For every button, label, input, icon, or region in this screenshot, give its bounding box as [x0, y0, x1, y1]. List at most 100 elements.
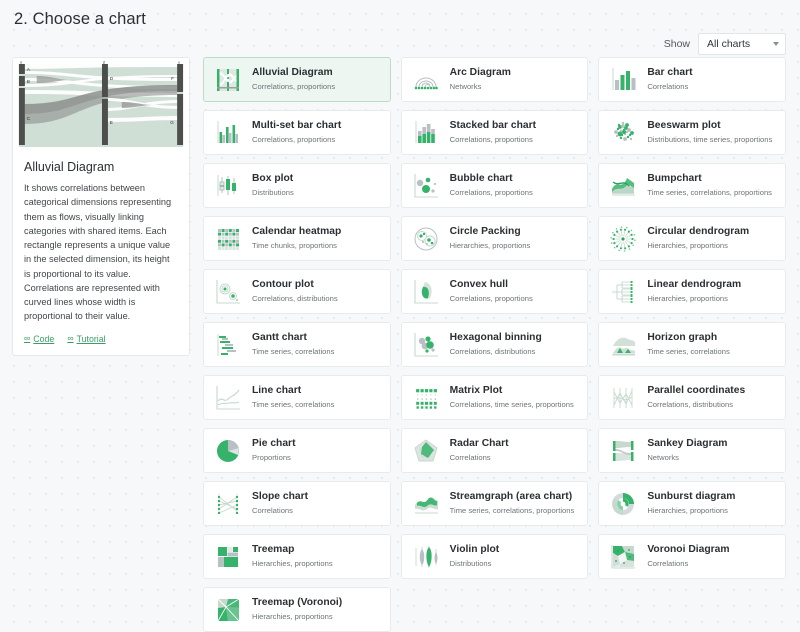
chart-card-gantt-chart[interactable]: Gantt chart Time series, correlations [203, 322, 391, 367]
chart-card-circular-dendrogram[interactable]: Circular dendrogram Hierarchies, proporti… [598, 216, 786, 261]
chart-card-bubble-chart[interactable]: Bubble chart Correlations, proportions [400, 163, 589, 208]
chart-card-alluvial-diagram[interactable]: Alluvial Diagram Correlations, proportion… [203, 57, 391, 102]
chart-card-subtitle: Networks [449, 81, 482, 91]
chart-card-subtitle: Correlations, distributions [647, 399, 734, 409]
chart-card-text: Linear dendrogram Hierarchies, proportion… [647, 279, 741, 304]
chart-card-horizon-graph[interactable]: Horizon graph Time series, correlations [598, 322, 786, 367]
chart-card-voronoi-diagram[interactable]: Voronoi Diagram Correlations [598, 534, 786, 579]
chart-card-title: Multi-set bar chart [252, 120, 342, 132]
chart-card-treemap[interactable]: Treemap Hierarchies, proportions [203, 534, 391, 579]
chart-card-bumpchart[interactable]: Bumpchart Time series, correlations, prop… [598, 163, 786, 208]
chart-card-subtitle: Time series, correlations [252, 346, 335, 356]
chart-card-text: Multi-set bar chart Correlations, proport… [252, 120, 341, 145]
chart-card-title: Matrix Plot [449, 385, 503, 397]
page-title: 2. Choose a chart [14, 10, 146, 28]
chart-card-subtitle: Time series, correlations [252, 399, 335, 409]
chart-card-sunburst-diagram[interactable]: Sunburst diagram Hierarchies, proportions [598, 481, 786, 526]
svg-text:F: F [171, 76, 174, 81]
chart-card-text: Bumpchart Time series, correlations, prop… [647, 173, 772, 198]
chart-card-subtitle: Time chunks, proportions [252, 240, 337, 250]
hexagonal-binning-icon [411, 330, 441, 360]
chart-card-convex-hull[interactable]: Convex hull Correlations, proportions [400, 269, 589, 314]
chart-card-hexagonal-binning[interactable]: Hexagonal binning Correlations, distribut… [400, 322, 589, 367]
chart-card-text: Calendar heatmap Time chunks, proportions [252, 226, 341, 251]
chart-card-title: Calendar heatmap [252, 226, 342, 238]
chart-card-title: Stacked bar chart [449, 120, 537, 132]
chart-card-text: Streamgraph (area chart) Time series, cor… [450, 491, 575, 516]
violin-plot-icon [411, 542, 441, 572]
code-link[interactable]: ∞ Code [24, 334, 54, 344]
svg-text:G: G [170, 120, 174, 125]
chart-card-streamgraph-area-chart[interactable]: Streamgraph (area chart) Time series, cor… [400, 481, 589, 526]
chart-card-treemap-voronoi[interactable]: Treemap (Voronoi) Hierarchies, proportion… [203, 587, 391, 632]
chart-card-subtitle: Hierarchies, proportions [252, 558, 333, 568]
chart-card-text: Slope chart Correlations [252, 491, 308, 516]
chart-card-text: Treemap (Voronoi) Hierarchies, proportion… [252, 597, 342, 622]
chart-card-title: Parallel coordinates [647, 385, 746, 397]
chart-card-line-chart[interactable]: Line chart Time series, correlations [203, 375, 391, 420]
contour-plot-icon [213, 277, 243, 307]
chart-card-subtitle: Hierarchies, proportions [252, 611, 333, 621]
chart-card-subtitle: Hierarchies, proportions [647, 505, 728, 515]
box-plot-icon [213, 171, 243, 201]
chart-card-subtitle: Correlations [647, 558, 689, 568]
chart-card-matrix-plot[interactable]: Matrix Plot Correlations, time series, pr… [400, 375, 589, 420]
chart-card-arc-diagram[interactable]: Arc Diagram Networks [400, 57, 589, 102]
chart-card-title: Treemap (Voronoi) [252, 597, 343, 609]
chevron-down-icon [773, 42, 779, 46]
chart-card-bar-chart[interactable]: Bar chart Correlations [598, 57, 786, 102]
chart-card-subtitle: Hierarchies, proportions [647, 293, 728, 303]
multi-set-bar-chart-icon [213, 118, 243, 148]
sunburst-diagram-icon [608, 489, 638, 519]
radar-chart-icon [411, 436, 441, 466]
chart-card-calendar-heatmap[interactable]: Calendar heatmap Time chunks, proportions [203, 216, 391, 261]
chart-card-slope-chart[interactable]: Slope chart Correlations [203, 481, 391, 526]
arc-diagram-icon [411, 65, 441, 95]
chart-card-box-plot[interactable]: Box plot Distributions [203, 163, 391, 208]
chart-card-text: Stacked bar chart Correlations, proportio… [450, 120, 536, 145]
chart-card-linear-dendrogram[interactable]: Linear dendrogram Hierarchies, proportion… [598, 269, 786, 314]
chart-card-multi-set-bar-chart[interactable]: Multi-set bar chart Correlations, proport… [203, 110, 391, 155]
chart-card-parallel-coordinates[interactable]: Parallel coordinates Correlations, distri… [598, 375, 786, 420]
horizon-graph-icon [608, 330, 638, 360]
chart-card-title: Bubble chart [449, 173, 513, 185]
alluvial-diagram-icon [213, 65, 243, 95]
chart-card-contour-plot[interactable]: Contour plot Correlations, distributions [203, 269, 391, 314]
chart-card-title: Treemap [252, 544, 295, 556]
chart-card-circle-packing[interactable]: Circle Packing Hierarchies, proportions [400, 216, 589, 261]
chart-card-title: Radar Chart [449, 438, 509, 450]
chart-card-title: Gantt chart [252, 332, 307, 344]
chart-card-beeswarm-plot[interactable]: Beeswarm plot Distributions, time series,… [598, 110, 786, 155]
chart-card-subtitle: Correlations, proportions [449, 187, 533, 197]
chart-card-pie-chart[interactable]: Pie chart Proportions [203, 428, 391, 473]
chart-card-subtitle: Time series, correlations, proportions [647, 187, 772, 197]
tutorial-link[interactable]: ∞ Tutorial [67, 334, 105, 344]
chart-card-subtitle: Time series, correlations, proportions [449, 505, 575, 515]
chart-card-text: Circle Packing Hierarchies, proportions [450, 226, 531, 251]
chart-card-text: Arc Diagram Networks [450, 67, 511, 92]
svg-text:γ: γ [178, 60, 180, 65]
chart-card-subtitle: Correlations, proportions [449, 134, 533, 144]
chart-card-title: Pie chart [252, 438, 296, 450]
link-icon: ∞ [67, 333, 74, 344]
chart-card-radar-chart[interactable]: Radar Chart Correlations [400, 428, 589, 473]
chart-card-sankey-diagram[interactable]: Sankey Diagram Networks [598, 428, 786, 473]
content-area: α β γ A B C D E F G Alluvial Diagram It … [0, 57, 800, 632]
chart-card-text: Pie chart Proportions [252, 438, 296, 463]
circle-packing-icon [411, 224, 441, 254]
chart-card-subtitle: Correlations, time series, proportions [449, 399, 574, 409]
chart-card-text: Circular dendrogram Hierarchies, proporti… [647, 226, 749, 251]
chart-card-text: Parallel coordinates Correlations, distri… [647, 385, 745, 410]
chart-card-title: Arc Diagram [449, 67, 511, 79]
chart-detail-links: ∞ Code ∞ Tutorial [24, 334, 178, 344]
chart-card-text: Alluvial Diagram Correlations, proportion… [252, 67, 335, 92]
chart-card-violin-plot[interactable]: Violin plot Distributions [400, 534, 589, 579]
chart-card-subtitle: Distributions [449, 558, 492, 568]
pie-chart-icon [213, 436, 243, 466]
chart-card-title: Alluvial Diagram [252, 67, 333, 79]
chart-filter-select[interactable]: All charts [698, 33, 786, 55]
chart-card-text: Line chart Time series, correlations [252, 385, 334, 410]
chart-card-subtitle: Correlations [647, 81, 689, 91]
show-filter-bar: Show All charts [664, 33, 786, 55]
chart-card-stacked-bar-chart[interactable]: Stacked bar chart Correlations, proportio… [400, 110, 589, 155]
